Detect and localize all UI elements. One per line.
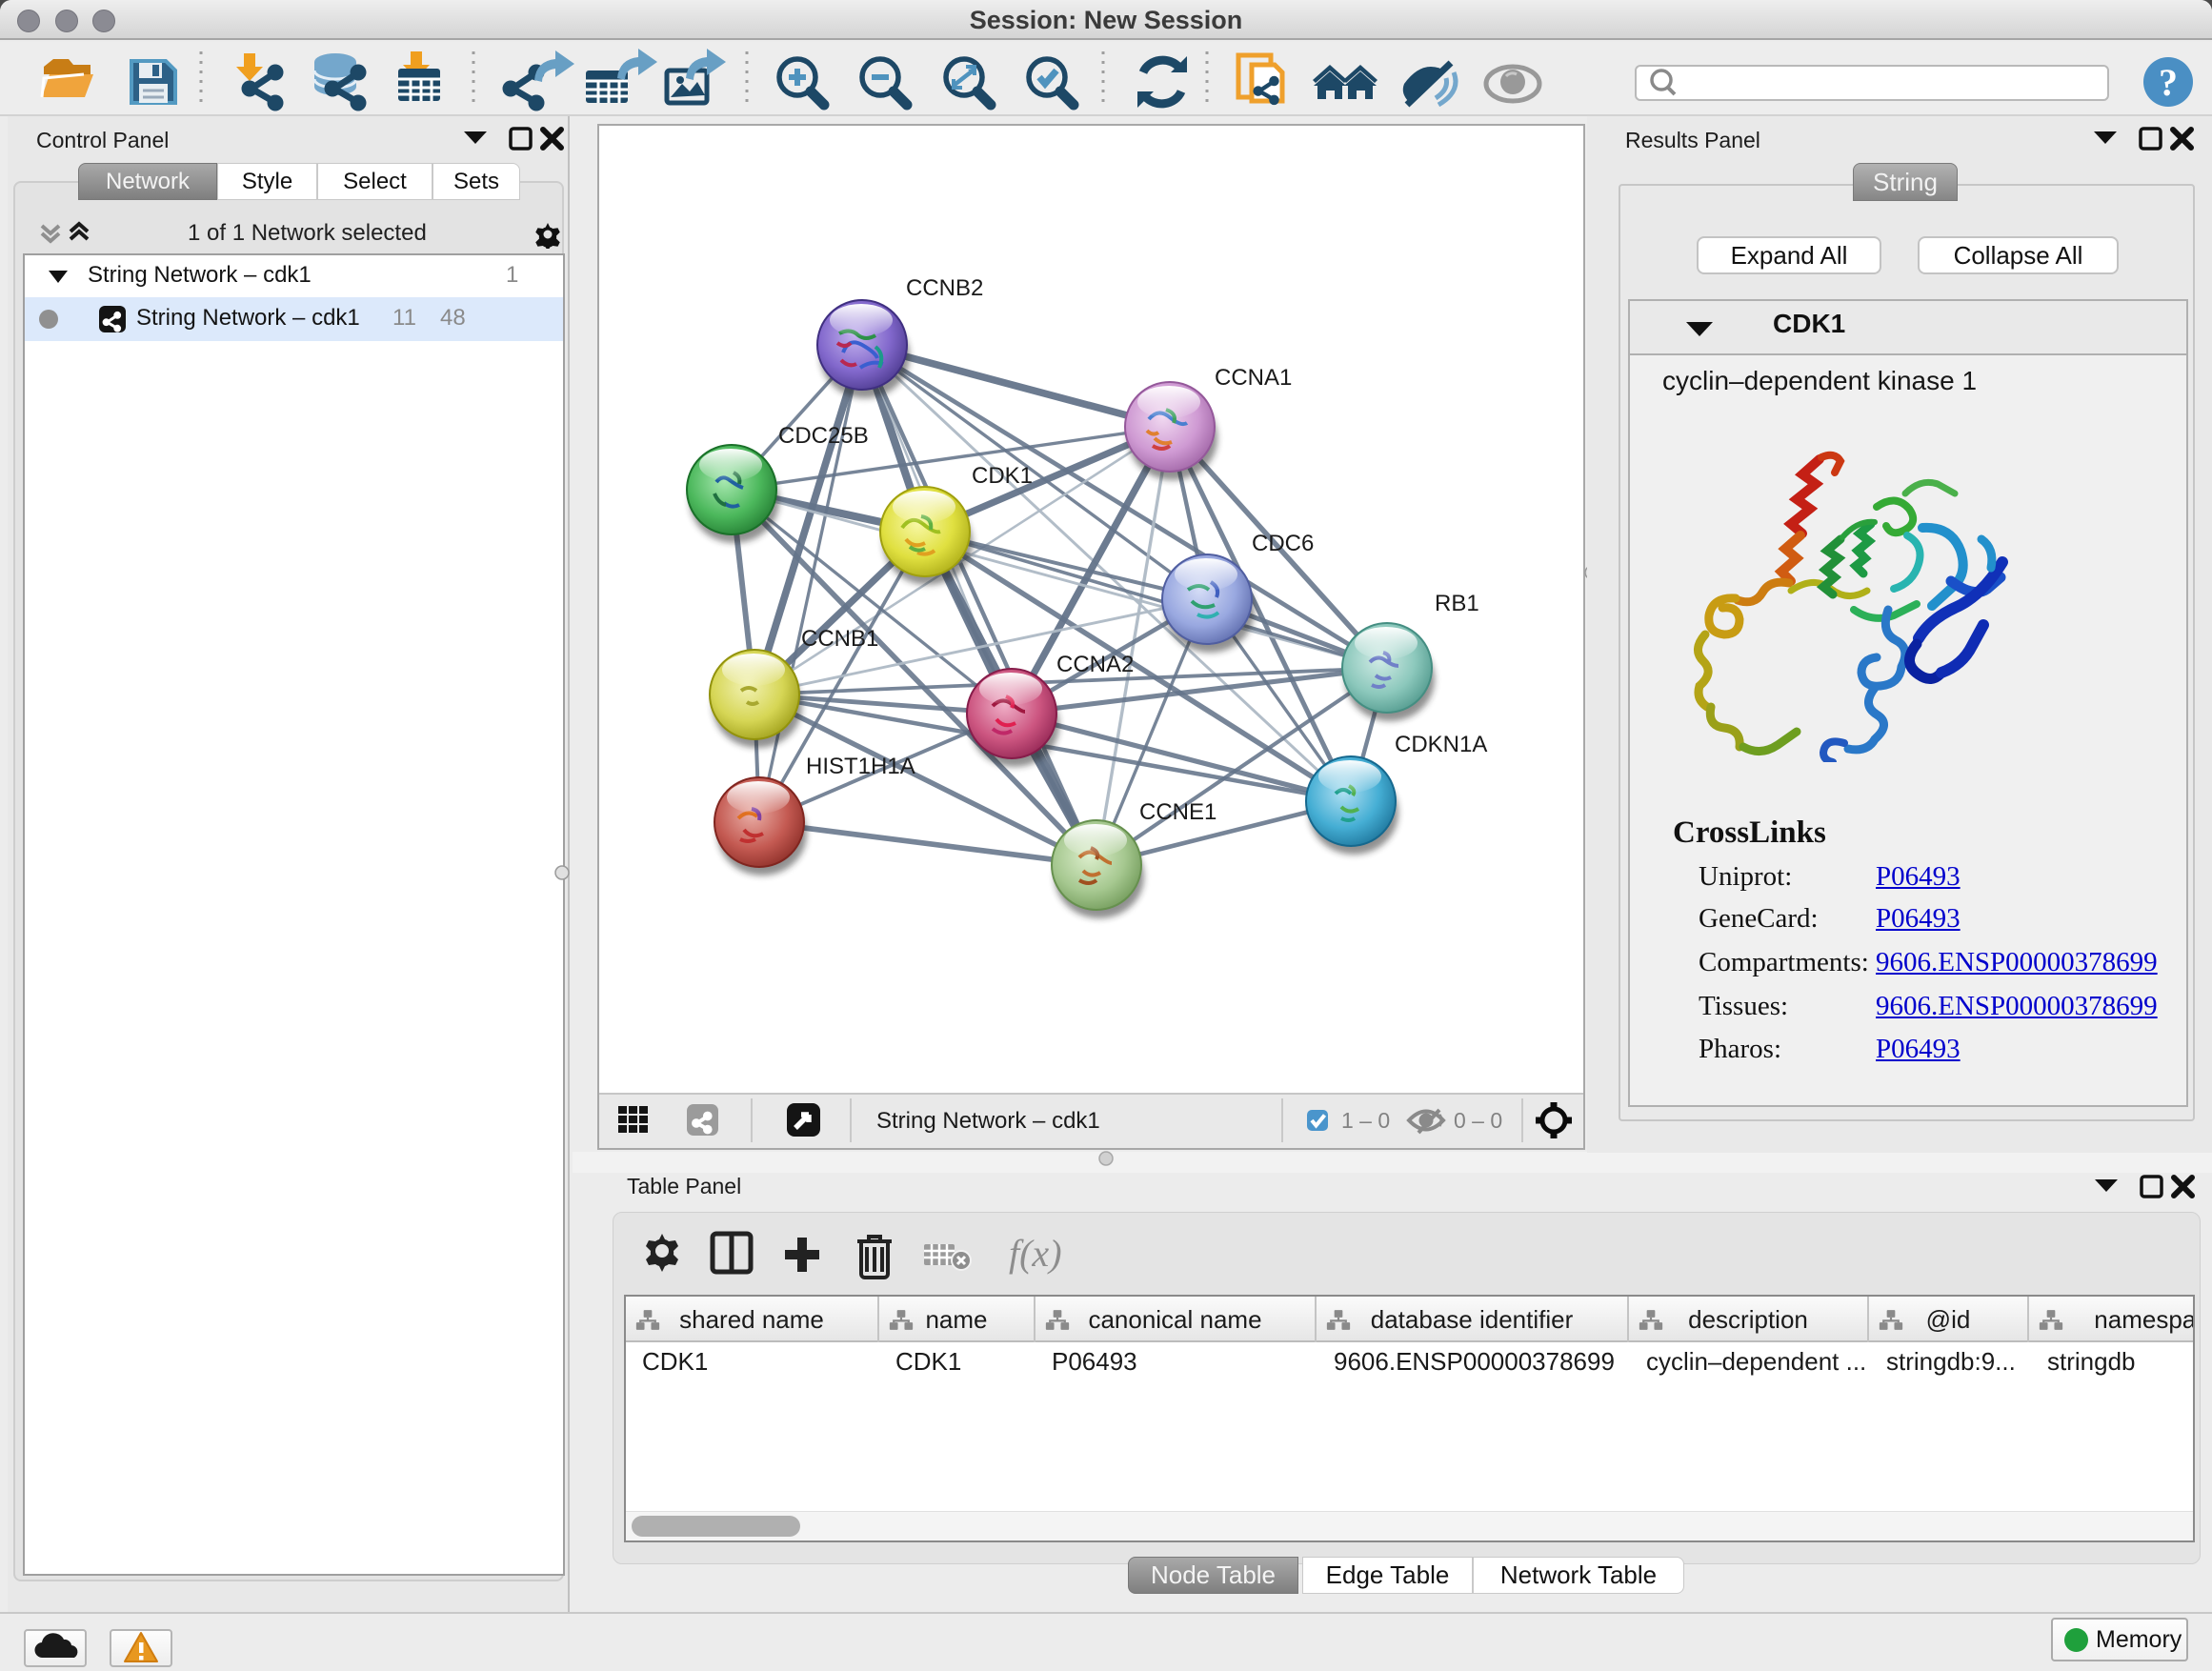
svg-text:CDK1: CDK1: [972, 463, 1033, 489]
svg-text:CCNB1: CCNB1: [801, 626, 878, 652]
svg-text:f(x): f(x): [1009, 1232, 1062, 1275]
svg-text:CCNB2: CCNB2: [906, 275, 983, 301]
svg-text:?: ?: [2159, 61, 2178, 104]
svg-text:String Network – cdk1: String Network – cdk1: [876, 1108, 1100, 1134]
svg-text:HIST1H1A: HIST1H1A: [806, 754, 915, 779]
svg-text:CDC25B: CDC25B: [778, 423, 869, 449]
svg-text:RB1: RB1: [1435, 591, 1479, 616]
svg-text:CCNE1: CCNE1: [1139, 799, 1217, 825]
svg-text:CDKN1A: CDKN1A: [1395, 732, 1487, 757]
svg-text:0 – 0: 0 – 0: [1454, 1108, 1502, 1133]
svg-text:1 – 0: 1 – 0: [1341, 1108, 1390, 1133]
svg-text:CCNA2: CCNA2: [1056, 652, 1134, 677]
svg-text:CDC6: CDC6: [1252, 531, 1314, 556]
svg-text:CCNA1: CCNA1: [1215, 365, 1292, 391]
